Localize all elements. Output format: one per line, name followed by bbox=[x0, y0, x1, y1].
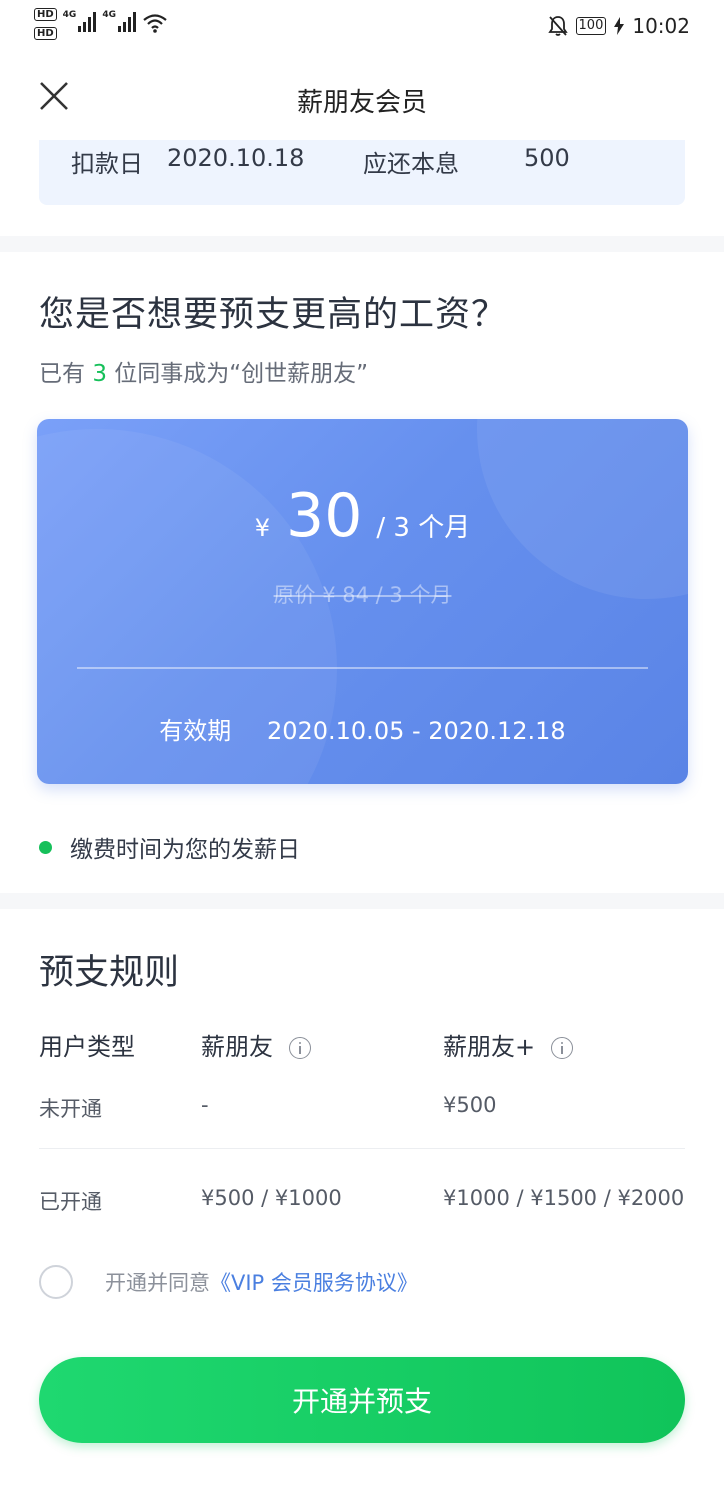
charging-icon bbox=[614, 17, 625, 35]
row-divider bbox=[39, 1148, 685, 1149]
agreement-prefix: 开通并同意 bbox=[105, 1271, 210, 1295]
wifi-icon bbox=[143, 14, 167, 33]
repay-date-value: 2020.10.18 bbox=[167, 144, 305, 172]
validity-label: 有效期 bbox=[159, 717, 232, 745]
agree-checkbox[interactable] bbox=[39, 1265, 73, 1299]
repayment-summary: 扣款日 2020.10.18 应还本息 500 bbox=[39, 140, 685, 205]
status-bar: HD HD 4G 4G 100 10:02 bbox=[0, 0, 724, 56]
promo-subtitle: 已有 3 位同事成为“创世薪朋友” bbox=[39, 354, 368, 388]
green-dot-icon bbox=[39, 840, 52, 854]
signal-2: 4G bbox=[102, 10, 136, 32]
table-cell: ¥1000 / ¥1500 / ¥2000 bbox=[443, 1186, 685, 1210]
colleague-count: 3 bbox=[92, 361, 107, 387]
clock: 10:02 bbox=[632, 14, 690, 38]
hd-badge-1: HD bbox=[34, 8, 57, 21]
agreement-row: 开通并同意 《VIP 会员服务协议》 bbox=[39, 1265, 418, 1299]
status-right: 100 10:02 bbox=[547, 14, 690, 38]
original-price: 原价 ¥ 84 / 3 个月 bbox=[273, 583, 452, 607]
nav-header: 薪朋友会员 bbox=[0, 56, 724, 140]
rules-header-plus: 薪朋友+ bbox=[443, 1027, 574, 1062]
price-amount: 30 bbox=[286, 481, 363, 551]
repay-amount-label: 应还本息 bbox=[363, 150, 459, 178]
payment-note-text: 缴费时间为您的发薪日 bbox=[70, 837, 300, 863]
price-period: / 3 个月 bbox=[376, 513, 471, 543]
signal-bars-icon bbox=[78, 10, 97, 32]
validity-range: 2020.10.05 - 2020.12.18 bbox=[266, 717, 566, 745]
repay-amount-value: 500 bbox=[524, 144, 570, 172]
validity: 有效期 2020.10.05 - 2020.12.18 bbox=[37, 711, 688, 746]
open-and-advance-button[interactable]: 开通并预支 bbox=[39, 1357, 685, 1443]
membership-card[interactable]: ¥ 30 / 3 个月 原价 ¥ 84 / 3 个月 有效期 2020.10.0… bbox=[37, 419, 688, 784]
promo-sub-suffix: 位同事成为“创世薪朋友” bbox=[114, 361, 369, 387]
bell-off-icon bbox=[547, 16, 568, 36]
status-left: HD HD 4G 4G bbox=[34, 8, 168, 40]
hd-indicators: HD HD bbox=[34, 8, 57, 40]
repay-date-label: 扣款日 bbox=[71, 150, 143, 178]
payment-note: 缴费时间为您的发薪日 bbox=[39, 830, 300, 864]
price-row: ¥ 30 / 3 个月 bbox=[37, 481, 688, 551]
card-divider bbox=[77, 667, 648, 669]
hd-badge-2: HD bbox=[34, 27, 57, 40]
section-divider bbox=[0, 893, 724, 909]
promo-sub-prefix: 已有 bbox=[39, 361, 85, 387]
rules-title: 预支规则 bbox=[39, 953, 180, 993]
table-cell: 未开通 bbox=[39, 1097, 102, 1121]
signal-1: 4G bbox=[63, 10, 97, 32]
table-cell: ¥500 / ¥1000 bbox=[201, 1186, 342, 1210]
promo-title: 您是否想要预支更高的工资？ bbox=[39, 295, 508, 335]
table-cell: - bbox=[201, 1093, 209, 1117]
rules-header-type: 用户类型 bbox=[39, 1033, 135, 1061]
table-cell: 已开通 bbox=[39, 1190, 102, 1214]
network-type-2: 4G bbox=[102, 10, 116, 20]
info-icon[interactable] bbox=[289, 1037, 311, 1059]
info-icon[interactable] bbox=[551, 1037, 574, 1059]
rules-header-basic: 薪朋友 bbox=[201, 1027, 311, 1062]
battery-indicator: 100 bbox=[575, 17, 607, 35]
section-divider bbox=[0, 236, 724, 252]
table-cell: ¥500 bbox=[443, 1093, 497, 1117]
currency-symbol: ¥ bbox=[254, 514, 271, 542]
signal-bars-icon bbox=[117, 10, 136, 32]
rules-header-plus-label: 薪朋友+ bbox=[443, 1033, 536, 1061]
page-title: 薪朋友会员 bbox=[296, 88, 427, 118]
agreement-link[interactable]: 《VIP 会员服务协议》 bbox=[210, 1267, 418, 1297]
rules-header-basic-label: 薪朋友 bbox=[201, 1033, 273, 1061]
network-type-1: 4G bbox=[62, 10, 77, 20]
